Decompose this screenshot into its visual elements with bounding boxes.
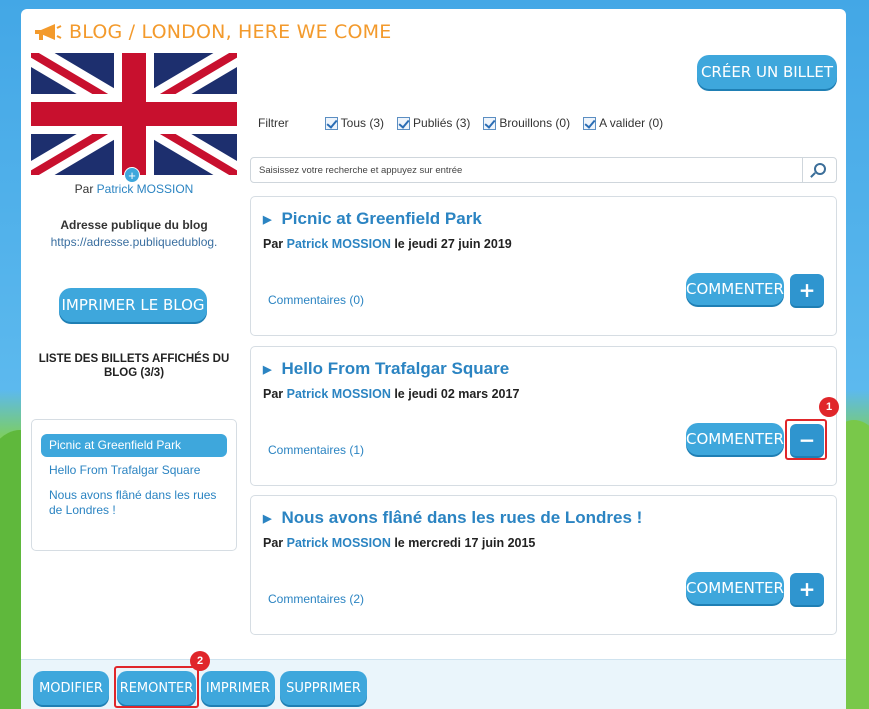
blog-cover-image <box>31 53 237 175</box>
blog-panel: BLOG / LONDON, HERE WE COME + Par Patric… <box>21 9 846 709</box>
post-date: le mercredi 17 juin 2015 <box>394 536 536 550</box>
post-list: Picnic at Greenfield Park Hello From Tra… <box>31 419 237 551</box>
post-list-item[interactable]: Hello From Trafalgar Square <box>41 459 227 482</box>
post-title[interactable]: ▶ Hello From Trafalgar Square <box>263 359 509 379</box>
filter-option-label: Tous (3) <box>340 116 385 130</box>
filter-published-checkbox[interactable]: Publiés (3) <box>397 116 470 130</box>
delete-button[interactable]: SUPPRIMER <box>280 671 367 705</box>
search-button[interactable] <box>802 158 836 182</box>
annotation-badge-2: 2 <box>190 651 210 671</box>
filter-to-validate-checkbox[interactable]: A valider (0) <box>583 116 663 130</box>
post-meta: Par Patrick MOSSION le jeudi 02 mars 201… <box>263 387 519 401</box>
megaphone-icon <box>35 24 62 40</box>
post-date: le jeudi 02 mars 2017 <box>394 387 520 401</box>
blog-author: Par Patrick MOSSION <box>31 182 237 196</box>
highlight-box-move-up <box>114 666 199 708</box>
print-blog-button[interactable]: IMPRIMER LE BLOG <box>59 288 207 322</box>
par-prefix: Par <box>74 182 94 196</box>
post-title-text[interactable]: Hello From Trafalgar Square <box>281 359 509 379</box>
filter-option-label: Brouillons (0) <box>499 116 571 130</box>
page-title: BLOG / LONDON, HERE WE COME <box>33 19 391 45</box>
modify-button[interactable]: MODIFIER <box>33 671 109 705</box>
expand-triangle-icon: ▶ <box>263 363 272 376</box>
union-jack-flag <box>31 53 237 175</box>
page-title-text: BLOG / LONDON, HERE WE COME <box>69 21 392 43</box>
checkbox-checked-icon[interactable] <box>324 116 338 130</box>
filter-option-label: Publiés (3) <box>413 116 471 130</box>
search-input[interactable]: Saisissez votre recherche et appuyez sur… <box>250 157 837 183</box>
post-card: ▶ Nous avons flâné dans les rues de Londr… <box>250 495 837 635</box>
expand-plus-button[interactable]: + <box>790 274 824 306</box>
post-date: le jeudi 27 juin 2019 <box>394 237 512 251</box>
post-meta: Par Patrick MOSSION le mercredi 17 juin … <box>263 536 535 550</box>
comment-button[interactable]: COMMENTER <box>686 423 784 455</box>
checkbox-checked-icon[interactable] <box>483 116 497 130</box>
post-list-item[interactable]: Picnic at Greenfield Park <box>41 434 227 457</box>
post-author-link[interactable]: Patrick MOSSION <box>287 387 391 401</box>
annotation-badge-1: 1 <box>819 397 839 417</box>
public-address-label: Adresse publique du blog <box>60 218 208 232</box>
post-comments-link[interactable]: Commentaires (1) <box>268 443 364 457</box>
post-comments-link[interactable]: Commentaires (2) <box>268 592 364 606</box>
filter-label: Filtrer <box>258 116 289 130</box>
public-address-url[interactable]: https://adresse.publiquedublog. <box>31 235 237 249</box>
post-title[interactable]: ▶ Picnic at Greenfield Park <box>263 209 482 229</box>
checkbox-checked-icon[interactable] <box>583 116 597 130</box>
filter-drafts-checkbox[interactable]: Brouillons (0) <box>483 116 570 130</box>
print-button[interactable]: IMPRIMER <box>201 671 275 705</box>
create-post-button[interactable]: CRÉER UN BILLET <box>697 55 837 89</box>
filter-option-label: A valider (0) <box>599 116 664 130</box>
post-list-title: LISTE DES BILLETS AFFICHÉS DU BLOG (3/3) <box>38 353 230 379</box>
expand-triangle-icon: ▶ <box>263 512 272 525</box>
expand-plus-button[interactable]: + <box>790 573 824 605</box>
post-card: ▶ Picnic at Greenfield Park Par Patrick M… <box>250 196 837 336</box>
search-icon <box>814 163 826 175</box>
post-par: Par <box>263 536 284 550</box>
author-link[interactable]: Patrick MOSSION <box>97 182 194 196</box>
search-placeholder: Saisissez votre recherche et appuyez sur… <box>259 165 463 176</box>
change-cover-plus-icon[interactable]: + <box>124 167 140 183</box>
filter-all-checkbox[interactable]: Tous (3) <box>324 116 385 130</box>
comment-button[interactable]: COMMENTER <box>686 273 784 305</box>
post-comments-link[interactable]: Commentaires (0) <box>268 293 364 307</box>
post-par: Par <box>263 237 284 251</box>
post-author-link[interactable]: Patrick MOSSION <box>287 237 391 251</box>
post-meta: Par Patrick MOSSION le jeudi 27 juin 201… <box>263 237 512 251</box>
expand-triangle-icon: ▶ <box>263 213 272 226</box>
checkbox-checked-icon[interactable] <box>397 116 411 130</box>
post-title-text[interactable]: Picnic at Greenfield Park <box>281 209 481 229</box>
post-card: ▶ Hello From Trafalgar Square Par Patrick… <box>250 346 837 486</box>
post-title-text[interactable]: Nous avons flâné dans les rues de Londre… <box>281 508 642 528</box>
post-list-item[interactable]: Nous avons flâné dans les rues de Londre… <box>41 484 227 522</box>
highlight-box-collapse <box>785 419 827 460</box>
post-author-link[interactable]: Patrick MOSSION <box>287 536 391 550</box>
comment-button[interactable]: COMMENTER <box>686 572 784 604</box>
filter-bar: Filtrer Tous (3) Publiés (3) Brouillons … <box>258 116 676 130</box>
post-title[interactable]: ▶ Nous avons flâné dans les rues de Londr… <box>263 508 642 528</box>
post-par: Par <box>263 387 284 401</box>
